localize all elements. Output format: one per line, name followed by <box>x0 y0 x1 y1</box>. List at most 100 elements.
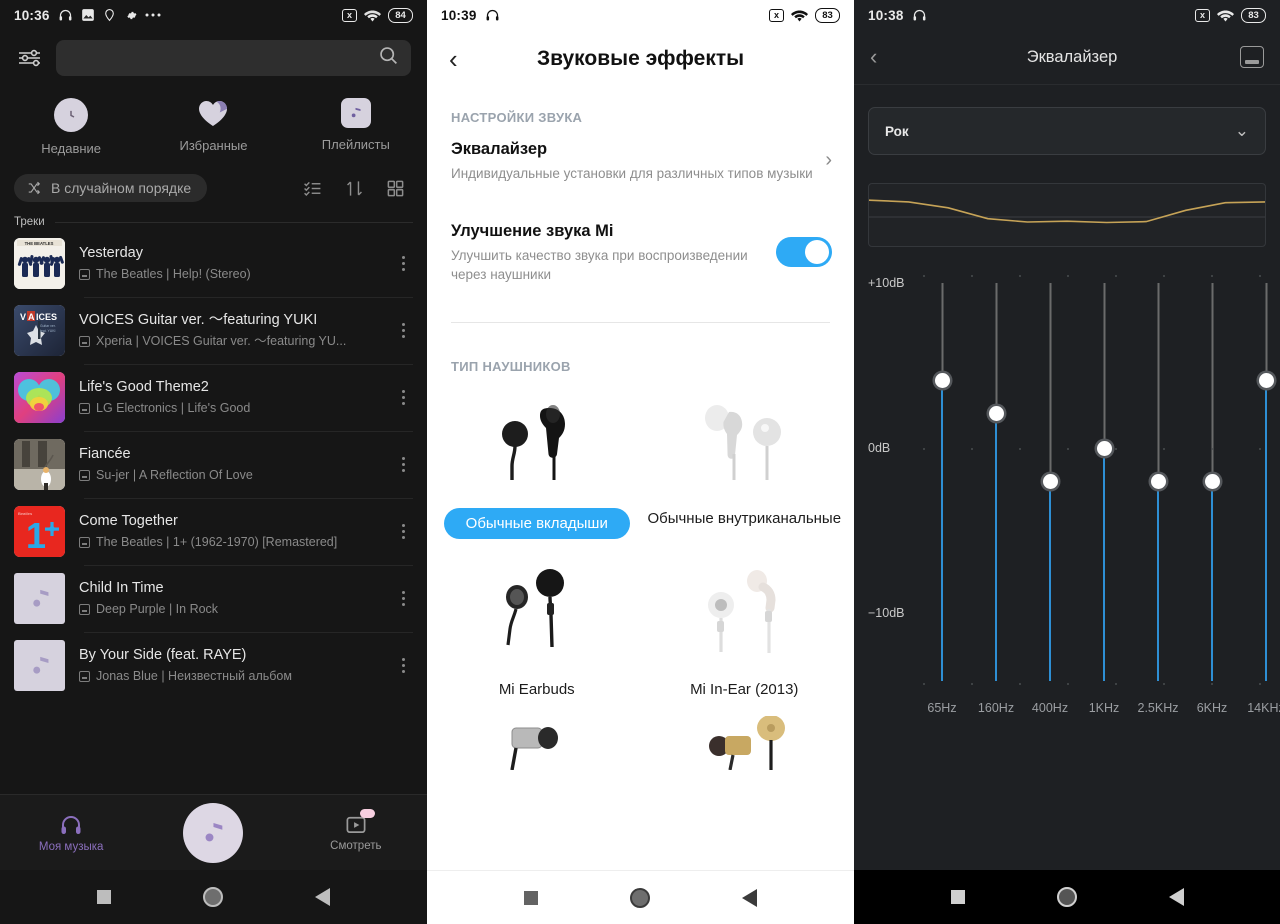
track-menu-button[interactable] <box>393 256 413 271</box>
divider <box>854 84 1280 85</box>
android-nav-bar <box>427 870 854 924</box>
quick-action-label: Плейлисты <box>321 137 390 152</box>
recents-button[interactable] <box>524 890 538 905</box>
eq-slider-thumb[interactable] <box>1258 372 1274 388</box>
table-row[interactable]: Child In Time Deep Purple | In Rock <box>0 565 427 632</box>
back-button[interactable] <box>1168 888 1184 906</box>
track-menu-button[interactable] <box>393 591 413 606</box>
shuffle-button[interactable]: В случайном порядке <box>14 174 208 202</box>
track-menu-button[interactable] <box>393 323 413 338</box>
battery-indicator: 83 <box>1241 7 1266 23</box>
table-row[interactable]: THE BEATLES Yesterday The Beatles | Help… <box>0 230 427 297</box>
mi-sound-enhancer-toggle[interactable] <box>776 236 832 267</box>
eq-curve-preview <box>868 183 1266 247</box>
eq-frequency-label: 160Hz <box>977 701 1015 715</box>
track-meta: Child In Time Deep Purple | In Rock <box>79 579 379 618</box>
eq-slider-6KHz[interactable] <box>1192 273 1232 703</box>
grid-view-icon[interactable] <box>386 179 405 198</box>
source-chip-icon <box>79 536 90 548</box>
back-button[interactable]: ‹ <box>870 44 904 70</box>
search-icon[interactable] <box>378 45 399 71</box>
sort-icon[interactable] <box>345 179 364 198</box>
home-button[interactable] <box>630 887 650 908</box>
chevron-down-icon: ⌄ <box>1234 121 1249 140</box>
table-row[interactable]: Fiancée Su-jer | A Reflection Of Love <box>0 431 427 498</box>
recents-button[interactable] <box>97 890 111 904</box>
black-earbuds-icon <box>482 386 592 494</box>
track-subtitle: Xperia | VOICES Guitar ver. 〜featuring Y… <box>96 334 347 348</box>
status-time: 10:38 <box>868 7 904 23</box>
silver-piston-icon <box>482 716 592 770</box>
eq-frequency-label: 6KHz <box>1196 701 1228 715</box>
headphone-option-regular-inear[interactable]: Обычные внутриканальные <box>641 386 849 539</box>
eq-slider-400Hz[interactable] <box>1030 273 1070 703</box>
queue-list-icon[interactable] <box>302 179 323 198</box>
bottom-nav-my-music[interactable]: Моя музыка <box>0 813 142 853</box>
setting-row-mi-sound-enhancer[interactable]: Улучшение звука Mi Улучшить качество зву… <box>427 193 854 294</box>
headphone-option-mi-earbuds[interactable]: Mi Earbuds <box>433 557 641 700</box>
headphone-option-gold-piston[interactable] <box>641 716 849 784</box>
svg-text:THE BEATLES: THE BEATLES <box>25 241 54 246</box>
headphone-option-regular-earbuds[interactable]: Обычные вкладыши <box>433 386 641 539</box>
quick-action-recent[interactable]: Недавние <box>0 98 142 156</box>
setting-row-equalizer[interactable]: Эквалайзер Индивидуальные установки для … <box>427 133 854 193</box>
video-play-icon <box>344 809 375 836</box>
eq-slider-thumb[interactable] <box>988 405 1004 421</box>
table-row[interactable]: Life's Good Theme2 LG Electronics | Life… <box>0 364 427 431</box>
status-time: 10:39 <box>441 7 477 23</box>
search-input[interactable] <box>56 40 411 76</box>
recents-button[interactable] <box>950 890 965 904</box>
dot-guide-row <box>854 683 1280 685</box>
bottom-nav-player[interactable] <box>142 802 284 863</box>
filter-icon[interactable] <box>16 46 44 70</box>
track-subtitle-row: The Beatles | 1+ (1962-1970) [Remastered… <box>79 533 379 551</box>
svg-text:A: A <box>28 312 35 322</box>
track-subtitle: Jonas Blue | Неизвестный альбом <box>96 669 292 683</box>
wifi-icon <box>364 9 381 22</box>
eq-slider-2.5KHz[interactable] <box>1138 273 1178 703</box>
section-label-headphone-type: ТИП НАУШНИКОВ <box>451 359 571 374</box>
preset-select[interactable]: Рок ⌄ <box>868 107 1266 155</box>
eq-slider-thumb[interactable] <box>1042 473 1058 489</box>
setting-title: Эквалайзер <box>451 140 548 158</box>
eq-slider-thumb[interactable] <box>934 372 950 388</box>
table-row[interactable]: V A ICES Guitar ver. feat. YUKI VOICES G… <box>0 297 427 364</box>
eq-slider-65Hz[interactable] <box>922 273 962 703</box>
equalizer-panel: +10dB 0dB −10dB 65Hz 160Hz 400Hz 1KHz 2.5KHz 6K… <box>854 273 1280 715</box>
track-title: VOICES Guitar ver. 〜featuring YUKI <box>79 312 318 328</box>
headphone-option-mi-inear-2013[interactable]: Mi In-Ear (2013) <box>641 557 849 700</box>
eq-slider-thumb[interactable] <box>1204 473 1220 489</box>
track-menu-button[interactable] <box>393 524 413 539</box>
eq-slider-fill <box>995 413 998 681</box>
quick-action-favorites[interactable]: Избранные <box>142 98 284 156</box>
eq-slider-thumb[interactable] <box>1150 473 1166 489</box>
track-menu-button[interactable] <box>393 658 413 673</box>
clock-icon <box>54 98 89 132</box>
back-button[interactable] <box>742 888 757 907</box>
shuffle-icon <box>26 181 42 195</box>
album-art: V A ICES Guitar ver. feat. YUKI <box>14 305 65 356</box>
quick-action-playlists[interactable]: Плейлисты <box>285 98 427 156</box>
home-button[interactable] <box>203 887 223 907</box>
status-time: 10:36 <box>14 7 50 23</box>
headphone-option-silver-piston[interactable] <box>433 716 641 784</box>
bottom-nav-watch[interactable]: Смотреть <box>285 809 427 852</box>
save-icon[interactable] <box>1240 46 1264 68</box>
back-button[interactable] <box>315 888 330 906</box>
track-menu-button[interactable] <box>393 390 413 405</box>
svg-text:Guitar ver.: Guitar ver. <box>40 324 56 328</box>
table-row[interactable]: By Your Side (feat. RAYE) Jonas Blue | Н… <box>0 632 427 699</box>
headphone-icon <box>58 8 73 23</box>
home-button[interactable] <box>1056 887 1077 907</box>
eq-slider-fill <box>1157 481 1160 681</box>
track-title: Come Together <box>79 513 178 529</box>
back-button[interactable]: ‹ <box>449 44 485 75</box>
source-chip-icon <box>79 469 90 481</box>
table-row[interactable]: Beatles 1 Come Together The Beatles | 1+… <box>0 498 427 565</box>
eq-slider-14KHz[interactable] <box>1246 273 1280 703</box>
eq-slider-1KHz[interactable] <box>1084 273 1124 703</box>
eq-slider-160Hz[interactable] <box>976 273 1016 703</box>
panel-music-app: 10:36 x 84 Недавние Избранные Плейлисты … <box>0 0 427 924</box>
track-menu-button[interactable] <box>393 457 413 472</box>
heart-icon <box>196 98 230 129</box>
